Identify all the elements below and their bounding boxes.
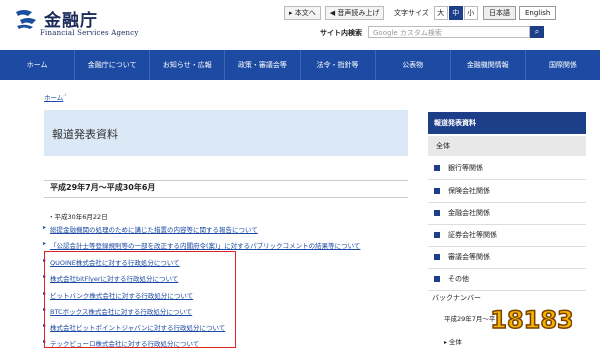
nav-policy[interactable]: 政策・審議会等 <box>225 50 301 80</box>
news-link[interactable]: 総提金融機関の処理のために講じた措置の内容等に関する報告について <box>43 224 258 234</box>
search-label: サイト内検索 <box>320 29 362 37</box>
nav-about[interactable]: 金融庁について <box>75 50 151 80</box>
read-aloud-button[interactable]: ◀ 音声読み上げ <box>324 6 385 20</box>
logo-title[interactable]: 金融庁 <box>44 6 98 31</box>
watermark-logo: 18183 <box>492 305 572 335</box>
sidebar-item-other[interactable]: その他 <box>428 268 586 291</box>
sidebar-heading: 報道発表資料 <box>428 112 586 134</box>
square-bullet-icon <box>434 254 440 260</box>
text-size-label: 文字サイズ <box>394 9 429 17</box>
nav-publications[interactable]: 公表物 <box>376 50 451 80</box>
square-bullet-icon <box>434 165 440 171</box>
section-title: 平成29年7月～平成30年6月 <box>50 183 156 192</box>
triangle-icon: ▸ <box>289 9 293 17</box>
watermark-text: 18183 <box>492 306 572 334</box>
skip-to-content-button[interactable]: ▸ 本文へ <box>284 6 321 20</box>
breadcrumb-home[interactable]: ホーム <box>44 92 63 102</box>
nav-home[interactable]: ホーム <box>0 50 76 80</box>
release-date: ・平成30年6月22日 <box>48 213 108 221</box>
text-size-large[interactable]: 大 <box>433 6 448 20</box>
sidebar-item-finance[interactable]: 金融会社関係 <box>428 202 586 225</box>
nav-news[interactable]: お知らせ・広報 <box>150 50 226 80</box>
page-title-box: 報道発表資料 <box>44 110 408 156</box>
lang-japanese-button[interactable]: 日本語 <box>483 6 516 20</box>
nav-international[interactable]: 国際関係 <box>526 50 600 80</box>
fsa-logo-icon[interactable] <box>14 8 40 30</box>
search-input[interactable]: Google カスタム検索 <box>368 26 530 38</box>
news-link[interactable]: 「公認会計士等登録規則等の一部を改正する内閣府令(案)」に対するパブリックコメン… <box>43 240 360 250</box>
square-bullet-icon <box>434 210 440 216</box>
chevron-right-icon: › <box>64 91 67 99</box>
speaker-icon: ◀ <box>329 9 336 17</box>
global-nav: ホーム 金融庁について お知らせ・広報 政策・審議会等 法令・指針等 公表物 金… <box>0 50 600 80</box>
page-title: 報道発表資料 <box>52 128 118 141</box>
nav-institutions[interactable]: 金融機関情報 <box>451 50 526 80</box>
section-header: 平成29年7月～平成30年6月 <box>44 180 408 198</box>
search-icon: ⌕ <box>534 27 540 36</box>
sidebar-item-all[interactable]: 全体 <box>428 136 586 156</box>
lang-english-button[interactable]: English <box>519 6 557 20</box>
back-number-label: バックナンバー <box>432 294 481 302</box>
highlight-box <box>44 251 236 348</box>
sidebar-item-councils[interactable]: 審議会等関係 <box>428 246 586 269</box>
sidebar-item-insurance[interactable]: 保険会社関係 <box>428 180 586 203</box>
square-bullet-icon <box>434 232 440 238</box>
sidebar-item-banks[interactable]: 銀行等関係 <box>428 157 586 180</box>
search-button[interactable]: ⌕ <box>530 26 544 38</box>
nav-laws[interactable]: 法令・指針等 <box>301 50 376 80</box>
sidebar-item-securities[interactable]: 証券会社等関係 <box>428 224 586 247</box>
square-bullet-icon <box>434 188 440 194</box>
site-header: 金融庁 Financial Services Agency ▸ 本文へ ◀ 音声… <box>0 0 600 50</box>
square-bullet-icon <box>434 276 440 282</box>
text-size-small[interactable]: 小 <box>463 6 478 20</box>
back-number-all[interactable]: 全体 <box>444 336 462 346</box>
back-number-range[interactable]: 平成29年7月～平 <box>444 313 495 323</box>
text-size-medium[interactable]: 中 <box>448 6 463 20</box>
logo-subtitle: Financial Services Agency <box>40 29 139 37</box>
